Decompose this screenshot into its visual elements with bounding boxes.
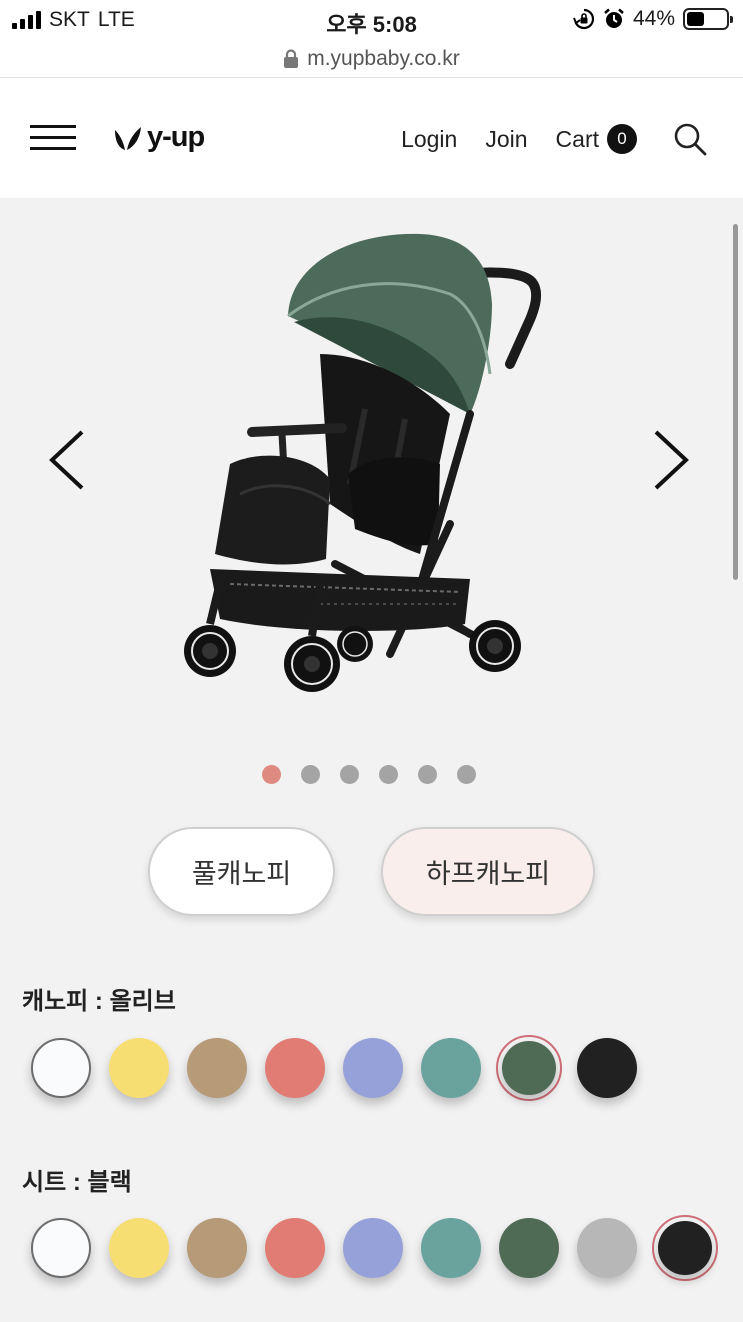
lock-icon: [284, 48, 299, 68]
stroller-image: [184, 233, 542, 692]
full-canopy-button[interactable]: 풀캐노피: [148, 827, 335, 916]
swatch-fill: [577, 1038, 637, 1098]
logo[interactable]: y-up: [113, 121, 205, 154]
swatch-fill: [421, 1038, 481, 1098]
product-options: 풀캐노피 하프캐노피 캐노피 : 올리브 시트 : 블랙: [0, 198, 743, 1322]
color-swatch[interactable]: [28, 1035, 94, 1101]
cart-count-badge: 0: [607, 124, 637, 154]
color-swatch[interactable]: [184, 1215, 250, 1281]
color-swatch[interactable]: [28, 1215, 94, 1281]
wheel: [469, 620, 521, 672]
carousel-dot[interactable]: [457, 765, 476, 784]
swatch-fill: [109, 1038, 169, 1098]
menu-button[interactable]: [30, 123, 76, 153]
swatch-fill: [265, 1218, 325, 1278]
swatch-fill: [343, 1038, 403, 1098]
half-canopy-button[interactable]: 하프캐노피: [381, 827, 595, 916]
leaf-logo-icon: [115, 126, 141, 150]
scrollbar[interactable]: [733, 224, 738, 580]
color-swatch[interactable]: [262, 1035, 328, 1101]
url-text: m.yupbaby.co.kr: [307, 46, 460, 70]
color-swatch[interactable]: [496, 1215, 562, 1281]
orientation-lock-icon: [573, 8, 595, 30]
battery-icon: [683, 8, 733, 30]
menu-icon: [30, 125, 76, 128]
header-nav: Login Join Cart 0: [401, 117, 707, 161]
battery-level: [687, 12, 704, 26]
color-swatch[interactable]: [184, 1035, 250, 1101]
color-swatch[interactable]: [574, 1035, 640, 1101]
color-swatch[interactable]: [418, 1035, 484, 1101]
wheel: [337, 626, 373, 662]
site-header: y-up Login Join Cart 0: [0, 79, 743, 198]
carousel-dot[interactable]: [418, 765, 437, 784]
wheel: [184, 625, 236, 677]
carousel-dot[interactable]: [379, 765, 398, 784]
alarm-icon: [604, 8, 624, 28]
carousel-dot[interactable]: [340, 765, 359, 784]
battery-percent: 44%: [632, 7, 675, 30]
swatch-fill: [31, 1038, 91, 1098]
swatch-fill: [658, 1221, 712, 1275]
swatch-fill: [577, 1218, 637, 1278]
join-link[interactable]: Join: [485, 126, 527, 153]
cart-label: Cart: [555, 125, 599, 152]
logo-text: y-up: [147, 121, 205, 153]
seat-color-label: 시트 : 블랙: [22, 1169, 132, 1196]
color-swatch[interactable]: [574, 1215, 640, 1281]
color-swatch[interactable]: [106, 1215, 172, 1281]
color-swatch[interactable]: [262, 1215, 328, 1281]
swatch-fill: [343, 1218, 403, 1278]
color-swatch[interactable]: [652, 1215, 718, 1281]
search-icon[interactable]: [673, 122, 707, 156]
cart-link[interactable]: Cart 0: [556, 124, 637, 154]
chevron-right-icon[interactable]: [650, 428, 694, 492]
color-swatch[interactable]: [418, 1215, 484, 1281]
address-bar[interactable]: m.yupbaby.co.kr: [0, 40, 743, 78]
swatch-fill: [31, 1218, 91, 1278]
canopy-color-label: 캐노피 : 올리브: [22, 988, 176, 1015]
color-swatch[interactable]: [106, 1035, 172, 1101]
status-bar: SKT LTE 오후 5:08 44%: [0, 0, 743, 40]
carousel-dots: [262, 765, 476, 784]
carousel-dot[interactable]: [262, 765, 281, 784]
color-swatch[interactable]: [496, 1035, 562, 1101]
color-swatch[interactable]: [340, 1215, 406, 1281]
chevron-left-icon[interactable]: [44, 428, 88, 492]
wheel: [284, 636, 340, 692]
swatch-fill: [421, 1218, 481, 1278]
swatch-fill: [109, 1218, 169, 1278]
swatch-fill: [499, 1218, 559, 1278]
swatch-fill: [502, 1041, 556, 1095]
carousel-dot[interactable]: [301, 765, 320, 784]
swatch-fill: [187, 1218, 247, 1278]
status-right: 44%: [573, 7, 733, 31]
color-swatch[interactable]: [340, 1035, 406, 1101]
login-link[interactable]: Login: [401, 126, 457, 153]
swatch-fill: [265, 1038, 325, 1098]
swatch-fill: [187, 1038, 247, 1098]
